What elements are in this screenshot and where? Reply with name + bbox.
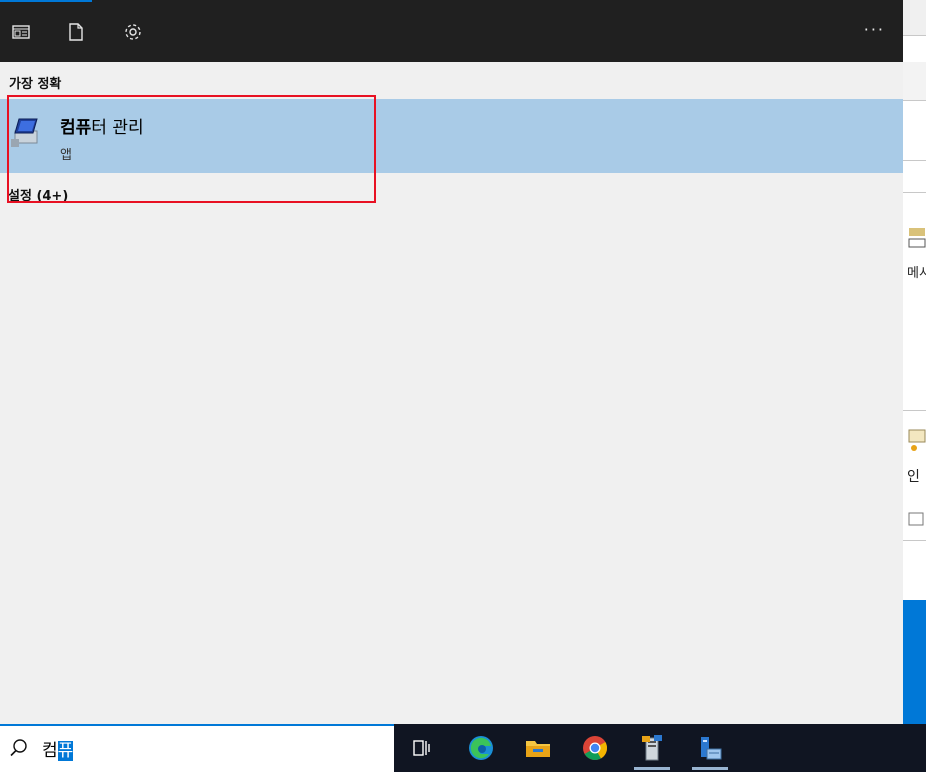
server-manager-icon[interactable] — [628, 724, 676, 772]
apps-icon[interactable] — [11, 22, 31, 42]
background-window: 메시 인 — [903, 0, 926, 724]
bg-titlebar — [903, 0, 926, 35]
bg-cert-icon — [907, 426, 926, 458]
best-match-heading: 가장 정확 — [9, 77, 62, 92]
search-query: 컴퓨 — [42, 736, 74, 761]
bg-text-1: 메시 — [907, 266, 926, 281]
server-manager-running-indicator — [634, 767, 670, 770]
taskbar-search-box[interactable]: 컴퓨 — [0, 724, 394, 772]
result-app-name-rest: 터 관리 — [91, 118, 144, 138]
more-options-button[interactable]: ··· — [864, 20, 885, 39]
computer-management-icon — [9, 115, 43, 149]
settings-section-heading[interactable]: 설정 (4+) — [8, 185, 68, 204]
computer-management-taskbar-icon[interactable] — [686, 724, 734, 772]
result-app-type: 앱 — [60, 148, 72, 163]
file-explorer-icon[interactable] — [514, 724, 562, 772]
search-query-selected: 퓨 — [57, 741, 74, 761]
settings-icon[interactable] — [123, 22, 143, 42]
document-icon[interactable] — [66, 22, 86, 42]
bg-blue-area — [903, 600, 926, 724]
result-app-name: 컴퓨터 관리 — [60, 113, 144, 138]
active-tab-indicator — [0, 0, 92, 2]
edge-icon[interactable] — [457, 724, 505, 772]
search-panel: ··· 가장 정확 컴퓨터 관리 앱 설정 (4+) — [0, 0, 903, 724]
chrome-icon[interactable] — [571, 724, 619, 772]
search-query-text: 컴 — [42, 741, 58, 761]
bg-text-2: 인 — [907, 469, 920, 485]
bg-ftp-icon — [907, 226, 926, 252]
computer-management-running-indicator — [692, 767, 728, 770]
search-panel-topbar: ··· — [0, 0, 903, 62]
best-match-result[interactable]: 컴퓨터 관리 앱 — [0, 99, 903, 173]
task-view-icon[interactable] — [398, 724, 446, 772]
bg-ribbon — [903, 62, 926, 100]
bg-doc-icon — [907, 510, 926, 532]
search-icon — [9, 738, 29, 758]
result-app-name-match: 컴퓨 — [60, 118, 92, 138]
